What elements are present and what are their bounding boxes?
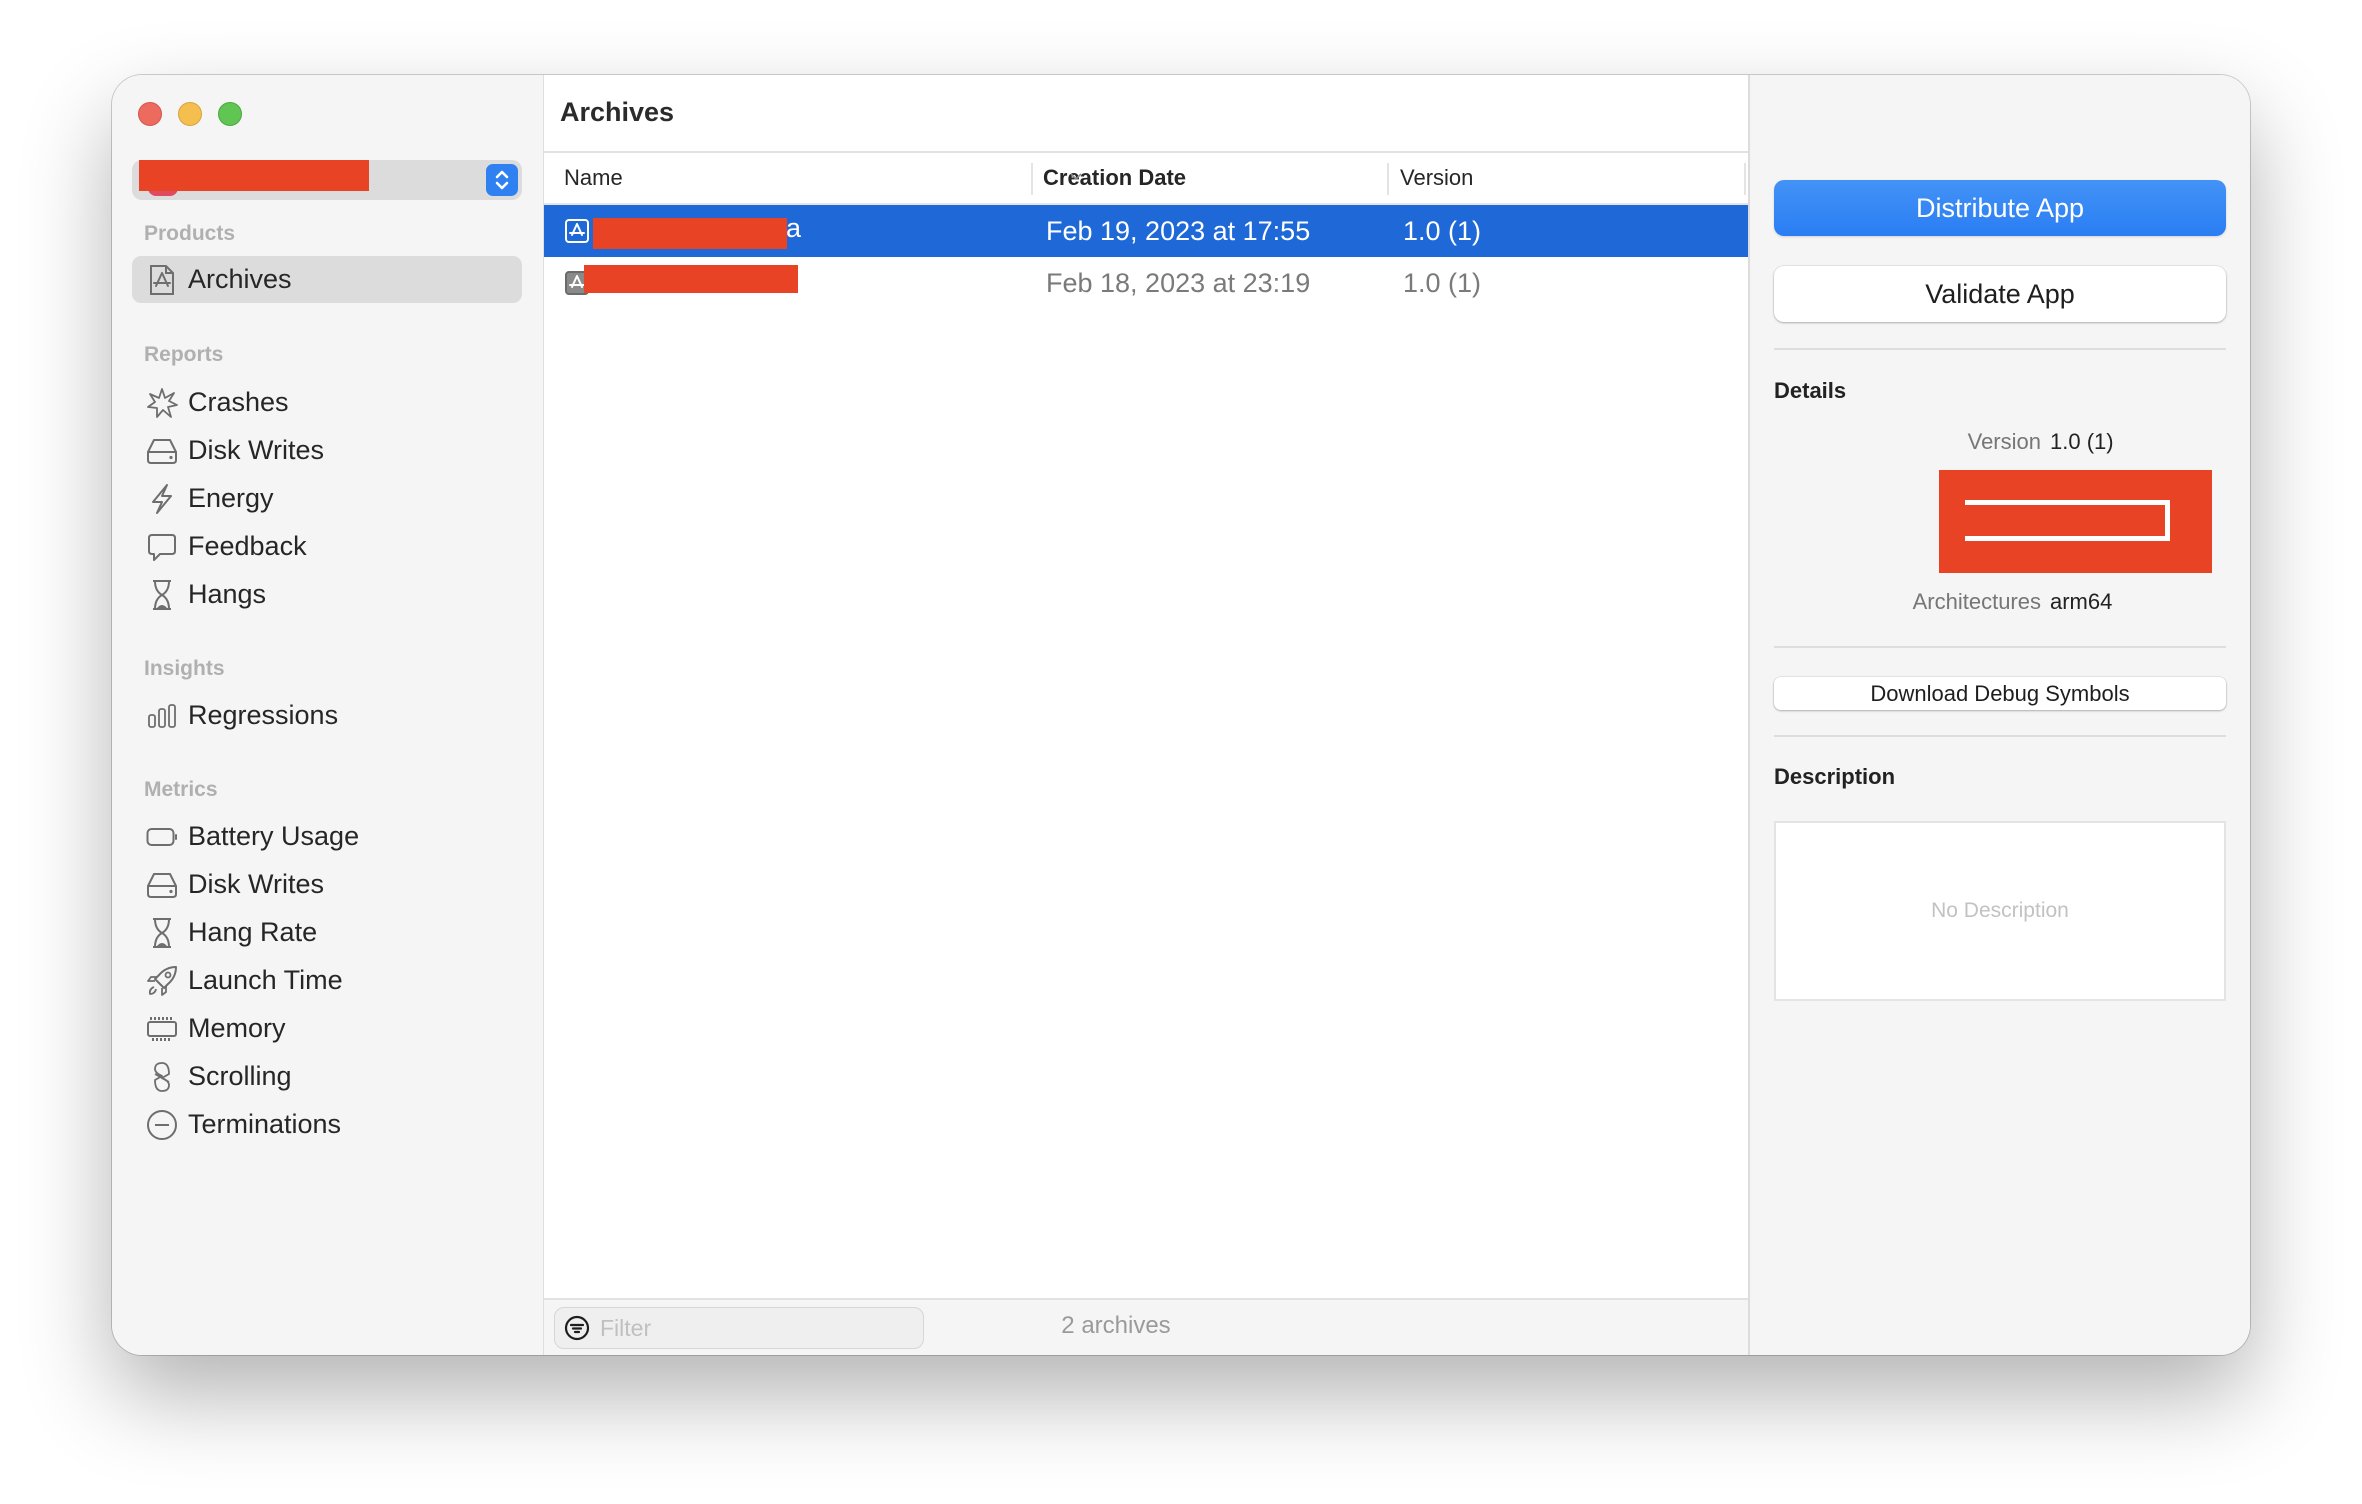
redaction-mark: [1965, 500, 2170, 541]
section-label-metrics: Metrics: [144, 778, 218, 801]
inspector-panel: Distribute App Validate App Details Vers…: [1750, 75, 2250, 1355]
creation-date-cell: Feb 18, 2023 at 23:19: [1046, 267, 1311, 298]
validate-app-button[interactable]: Validate App: [1774, 266, 2226, 322]
column-header-version[interactable]: Version: [1400, 153, 1473, 203]
creation-date-cell: Feb 19, 2023 at 17:55: [1046, 215, 1311, 246]
hourglass-icon: [146, 579, 178, 611]
description-placeholder: No Description: [1931, 899, 2069, 922]
chevron-up-down-icon[interactable]: [486, 164, 518, 196]
archive-app-store-icon: [146, 264, 178, 296]
sidebar-item-label: Terminations: [188, 1109, 342, 1139]
redacted-details: [1939, 470, 2212, 573]
sidebar-item-memory[interactable]: Memory: [132, 1005, 522, 1052]
archives-pane: Archives Name Creation Date Version a Fe…: [544, 75, 1750, 1355]
bar-chart-icon: [146, 700, 178, 732]
bolt-icon: [146, 483, 178, 515]
redacted-archive-name: [584, 265, 798, 293]
detail-key: Version: [1967, 429, 2041, 454]
sidebar-item-regressions[interactable]: Regressions: [132, 692, 522, 739]
sidebar-item-label: Disk Writes: [188, 435, 325, 465]
section-label-products: Products: [144, 222, 236, 245]
detail-row-architectures: Architectures arm64: [1750, 589, 2250, 625]
divider: [1774, 735, 2226, 737]
sidebar-item-label: Disk Writes: [188, 869, 325, 899]
organizer-window: Products Archives Reports Crashes Disk W…: [112, 75, 2250, 1355]
detail-row-version: Version 1.0 (1): [1750, 429, 2250, 465]
sidebar-item-launch-time[interactable]: Launch Time: [132, 957, 522, 1004]
description-field[interactable]: No Description: [1774, 821, 2226, 1001]
sidebar-item-energy[interactable]: Energy: [132, 475, 522, 522]
details-heading: Details: [1774, 378, 1847, 403]
close-window-button[interactable]: [138, 102, 162, 126]
chevron-down-icon[interactable]: [1069, 169, 1083, 187]
sidebar-item-hang-rate[interactable]: Hang Rate: [132, 909, 522, 956]
redacted-app-name: [139, 160, 369, 191]
column-header-creation-date[interactable]: Creation Date: [1043, 153, 1186, 203]
sidebar-item-label: Hangs: [188, 579, 267, 609]
sidebar: Products Archives Reports Crashes Disk W…: [112, 75, 544, 1355]
minus-circle-icon: [146, 1109, 178, 1141]
divider: [1774, 646, 2226, 648]
sidebar-item-hangs[interactable]: Hangs: [132, 571, 522, 618]
version-cell: 1.0 (1): [1403, 267, 1482, 298]
status-bar: 2 archives: [544, 1298, 1748, 1355]
detail-value: 1.0 (1): [2050, 429, 2114, 454]
detail-value: arm64: [2050, 589, 2113, 614]
sidebar-item-disk-writes-metric[interactable]: Disk Writes: [132, 861, 522, 908]
memory-chip-icon: [146, 1013, 178, 1045]
page-title: Archives: [560, 97, 675, 127]
table-header: Name Creation Date Version: [544, 153, 1748, 205]
table-row[interactable]: Feb 18, 2023 at 23:19 1.0 (1): [544, 257, 1748, 309]
archive-app-store-icon: [565, 219, 589, 243]
sidebar-item-label: Launch Time: [188, 965, 343, 995]
scrolling-icon: [146, 1061, 178, 1093]
sidebar-item-label: Scrolling: [188, 1061, 292, 1091]
rocket-icon: [146, 965, 178, 997]
version-cell: 1.0 (1): [1403, 215, 1482, 246]
column-divider[interactable]: [1031, 163, 1033, 195]
sidebar-item-label: Hang Rate: [188, 917, 318, 947]
sidebar-item-terminations[interactable]: Terminations: [132, 1101, 522, 1148]
sidebar-item-disk-writes[interactable]: Disk Writes: [132, 427, 522, 474]
section-label-reports: Reports: [144, 343, 224, 366]
battery-icon: [146, 821, 178, 853]
sidebar-item-label: Regressions: [188, 700, 339, 730]
speech-bubble-icon: [146, 531, 178, 563]
column-divider[interactable]: [1744, 163, 1746, 195]
section-label-insights: Insights: [144, 657, 225, 680]
download-debug-symbols-button[interactable]: Download Debug Symbols: [1774, 677, 2226, 710]
sidebar-item-feedback[interactable]: Feedback: [132, 523, 522, 570]
burst-icon: [146, 387, 178, 419]
scheme-popup-button[interactable]: [132, 160, 522, 200]
sidebar-item-archives[interactable]: Archives: [132, 256, 522, 303]
sidebar-item-label: Crashes: [188, 387, 289, 417]
sidebar-item-label: Energy: [188, 483, 274, 513]
sidebar-item-label: Memory: [188, 1013, 286, 1043]
table-row[interactable]: a Feb 19, 2023 at 17:55 1.0 (1): [544, 205, 1748, 257]
sidebar-item-label: Archives: [188, 264, 292, 294]
hourglass-icon: [146, 917, 178, 949]
archive-count: 2 archives: [1061, 1312, 1171, 1339]
distribute-app-button[interactable]: Distribute App: [1774, 180, 2226, 236]
sidebar-item-crashes[interactable]: Crashes: [132, 379, 522, 426]
disk-drive-icon: [146, 869, 178, 901]
description-heading: Description: [1774, 764, 1896, 789]
sidebar-item-scrolling[interactable]: Scrolling: [132, 1053, 522, 1100]
divider: [1774, 348, 2226, 350]
archive-name-tail: a: [786, 213, 802, 243]
detail-key: Architectures: [1912, 589, 2041, 614]
column-header-name[interactable]: Name: [564, 153, 623, 203]
minimize-window-button[interactable]: [178, 102, 202, 126]
sidebar-item-label: Feedback: [188, 531, 307, 561]
zoom-window-button[interactable]: [218, 102, 242, 126]
disk-drive-icon: [146, 435, 178, 467]
sidebar-item-battery-usage[interactable]: Battery Usage: [132, 813, 522, 860]
sidebar-item-label: Battery Usage: [188, 821, 360, 851]
column-divider[interactable]: [1387, 163, 1389, 195]
redacted-archive-name: [593, 218, 787, 249]
